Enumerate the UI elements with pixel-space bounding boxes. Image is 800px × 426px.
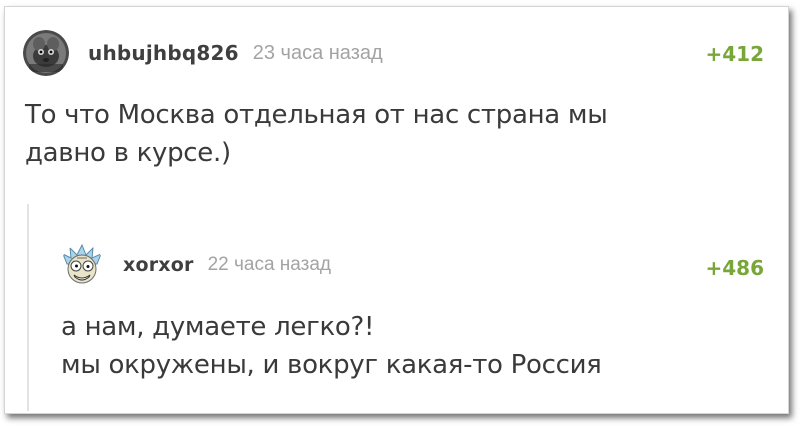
comment-line: То что Москва отдельная от нас страна мы bbox=[25, 100, 608, 130]
comment-rating: +412 bbox=[705, 42, 764, 66]
cartoon-avatar-icon[interactable] bbox=[61, 244, 103, 286]
comment-line: давно в курсе.) bbox=[25, 138, 231, 168]
user-avatar-icon[interactable] bbox=[23, 30, 69, 76]
reply-thread-line[interactable] bbox=[27, 204, 29, 411]
comment-timestamp: 23 часа назад bbox=[252, 41, 383, 64]
reply-header: xorxor 22 часа назад bbox=[61, 244, 331, 286]
reply-line: а нам, думаете легко?! bbox=[61, 312, 375, 342]
reply-body: а нам, думаете легко?! мы окружены, и во… bbox=[61, 308, 602, 384]
comment-body: То что Москва отдельная от нас страна мы… bbox=[25, 96, 608, 172]
comment-card: uhbujhbq826 23 часа назад +412 То что Мо… bbox=[4, 6, 789, 414]
reply-timestamp: 22 часа назад bbox=[207, 254, 331, 275]
comment-username[interactable]: uhbujhbq826 bbox=[88, 41, 239, 65]
screenshot-frame: uhbujhbq826 23 часа назад +412 То что Мо… bbox=[0, 0, 800, 426]
reply-line: мы окружены, и вокруг какая-то Россия bbox=[61, 350, 602, 380]
reply-username[interactable]: xorxor bbox=[123, 254, 194, 276]
comment-header: uhbujhbq826 23 часа назад bbox=[23, 30, 383, 76]
reply-rating: +486 bbox=[705, 256, 764, 280]
